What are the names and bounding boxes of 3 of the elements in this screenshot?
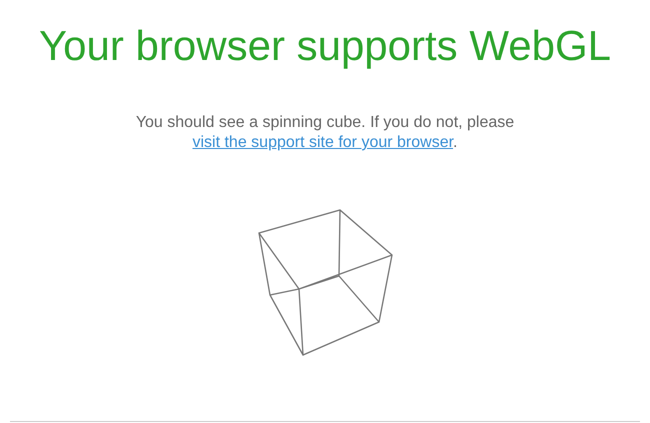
page-title: Your browser supports WebGL bbox=[39, 22, 611, 70]
support-link[interactable]: visit the support site for your browser bbox=[192, 134, 454, 151]
instruction-text: You should see a spinning cube. If you do not, please visit the support site for your browser. bbox=[134, 113, 516, 153]
